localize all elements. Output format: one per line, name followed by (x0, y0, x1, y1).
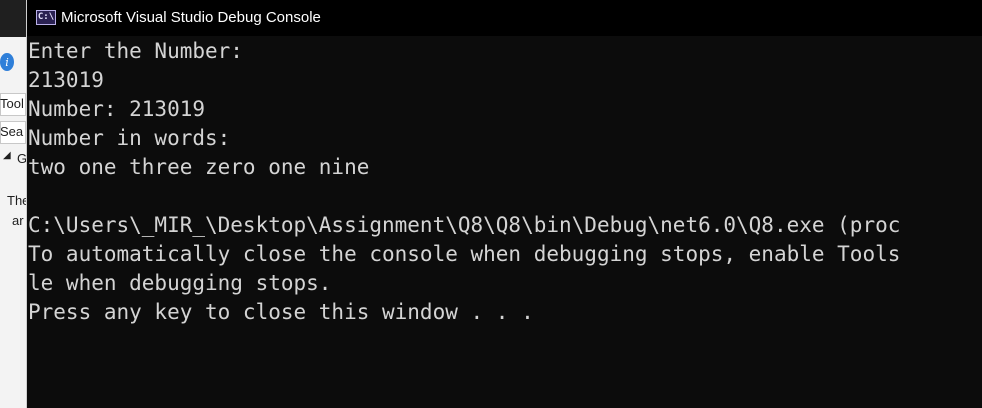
console-line: To automatically close the console when … (28, 242, 901, 266)
console-line: two one three zero one nine (28, 155, 370, 179)
console-line: Enter the Number: (28, 39, 243, 63)
window-title: Microsoft Visual Studio Debug Console (61, 9, 321, 26)
ide-text-fragment: The (7, 193, 26, 208)
debug-console-window[interactable]: C:\ Microsoft Visual Studio Debug Consol… (27, 0, 982, 408)
console-output[interactable]: Enter the Number: 213019 Number: 213019 … (28, 37, 982, 408)
ide-toolbox-label: Tool (0, 96, 24, 111)
collapse-triangle-icon[interactable]: ◢ (3, 150, 11, 161)
console-line: le when debugging stops. (28, 271, 332, 295)
ide-toolbar-area (0, 0, 26, 37)
ide-text-fragment: ar (12, 213, 24, 228)
console-line: Number: 213019 (28, 97, 206, 121)
info-icon[interactable]: i (0, 53, 14, 71)
console-app-icon: C:\ (36, 10, 56, 25)
console-line: 213019 (28, 68, 104, 92)
window-titlebar[interactable]: C:\ Microsoft Visual Studio Debug Consol… (27, 0, 982, 36)
background-ide-panel: i Tool Sea ◢ G The ar (0, 0, 27, 408)
ide-search-label: Sea (0, 124, 24, 139)
console-line: Number in words: (28, 126, 231, 150)
console-line: C:\Users\_MIR_\Desktop\Assignment\Q8\Q8\… (28, 213, 901, 237)
ide-group-label: G (17, 151, 27, 166)
console-line: Press any key to close this window . . . (28, 300, 534, 324)
